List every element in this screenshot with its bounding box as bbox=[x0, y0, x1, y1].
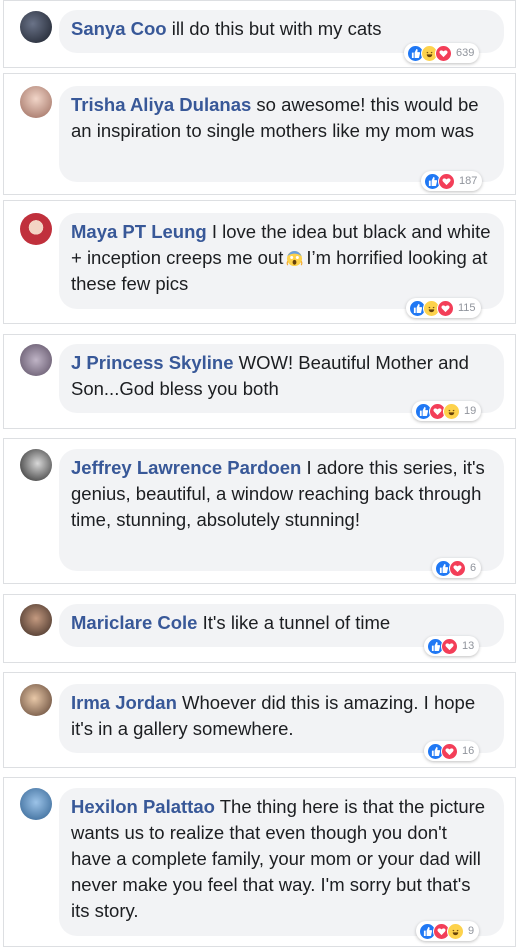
reaction-count: 187 bbox=[459, 175, 478, 187]
reaction-count: 19 bbox=[464, 405, 477, 417]
love-reaction-icon bbox=[441, 742, 458, 760]
comment-card: Hexilon Palattao The thing here is that … bbox=[3, 777, 516, 947]
reaction-count: 9 bbox=[468, 925, 475, 937]
comment-author-link[interactable]: Mariclare Cole bbox=[71, 612, 197, 633]
love-reaction-icon bbox=[435, 44, 452, 62]
reaction-count: 115 bbox=[458, 302, 476, 314]
reaction-count: 13 bbox=[462, 640, 475, 652]
comment-author-link[interactable]: J Princess Skyline bbox=[71, 352, 234, 373]
comment-bubble: Maya PT Leung I love the idea but black … bbox=[59, 213, 504, 309]
haha-reaction-icon bbox=[443, 402, 460, 420]
avatar[interactable] bbox=[20, 449, 52, 481]
reaction-summary[interactable]: 19 bbox=[412, 401, 482, 421]
reaction-summary[interactable]: 187 bbox=[421, 171, 483, 191]
avatar[interactable] bbox=[20, 213, 52, 245]
comment-card: Maya PT Leung I love the idea but black … bbox=[3, 200, 516, 324]
avatar[interactable] bbox=[20, 684, 52, 716]
screaming-face-icon bbox=[286, 248, 303, 267]
comment-author-link[interactable]: Maya PT Leung bbox=[71, 221, 207, 242]
love-reaction-icon bbox=[441, 637, 458, 655]
comment-author-link[interactable]: Irma Jordan bbox=[71, 692, 177, 713]
reaction-summary[interactable]: 13 bbox=[424, 636, 480, 656]
reaction-summary[interactable]: 639 bbox=[404, 43, 480, 63]
comment-card: Jeffrey Lawrence Pardoen I adore this se… bbox=[3, 438, 516, 584]
avatar[interactable] bbox=[20, 344, 52, 376]
comment-author-link[interactable]: Sanya Coo bbox=[71, 18, 167, 39]
reaction-count: 639 bbox=[456, 47, 475, 59]
haha-reaction-icon bbox=[447, 922, 464, 940]
avatar[interactable] bbox=[20, 86, 52, 118]
comment-bubble: Jeffrey Lawrence Pardoen I adore this se… bbox=[59, 449, 504, 571]
reaction-summary[interactable]: 6 bbox=[432, 558, 482, 578]
love-reaction-icon bbox=[438, 172, 455, 190]
comment-text: ill do this but with my cats bbox=[171, 18, 382, 39]
reaction-count: 6 bbox=[470, 562, 477, 574]
avatar[interactable] bbox=[20, 604, 52, 636]
avatar[interactable] bbox=[20, 11, 52, 43]
avatar[interactable] bbox=[20, 788, 52, 820]
love-reaction-icon bbox=[449, 559, 466, 577]
reaction-count: 16 bbox=[462, 745, 475, 757]
comment-card: Irma Jordan Whoever did this is amazing.… bbox=[3, 672, 516, 768]
comment-card: Trisha Aliya Dulanas so awesome! this wo… bbox=[3, 73, 516, 195]
comment-bubble: Hexilon Palattao The thing here is that … bbox=[59, 788, 504, 936]
comment-author-link[interactable]: Hexilon Palattao bbox=[71, 796, 215, 817]
comment-author-link[interactable]: Jeffrey Lawrence Pardoen bbox=[71, 457, 301, 478]
comment-card: J Princess Skyline WOW! Beautiful Mother… bbox=[3, 334, 516, 429]
reaction-summary[interactable]: 115 bbox=[406, 298, 481, 318]
comment-author-link[interactable]: Trisha Aliya Dulanas bbox=[71, 94, 251, 115]
comment-text: It's like a tunnel of time bbox=[202, 612, 391, 633]
love-reaction-icon bbox=[437, 299, 454, 317]
comment-card: Sanya Coo ill do this but with my cats 6… bbox=[3, 0, 516, 68]
comment-bubble: Trisha Aliya Dulanas so awesome! this wo… bbox=[59, 86, 504, 182]
reaction-summary[interactable]: 9 bbox=[416, 921, 480, 941]
comment-card: Mariclare Cole It's like a tunnel of tim… bbox=[3, 594, 516, 663]
reaction-summary[interactable]: 16 bbox=[424, 741, 480, 761]
